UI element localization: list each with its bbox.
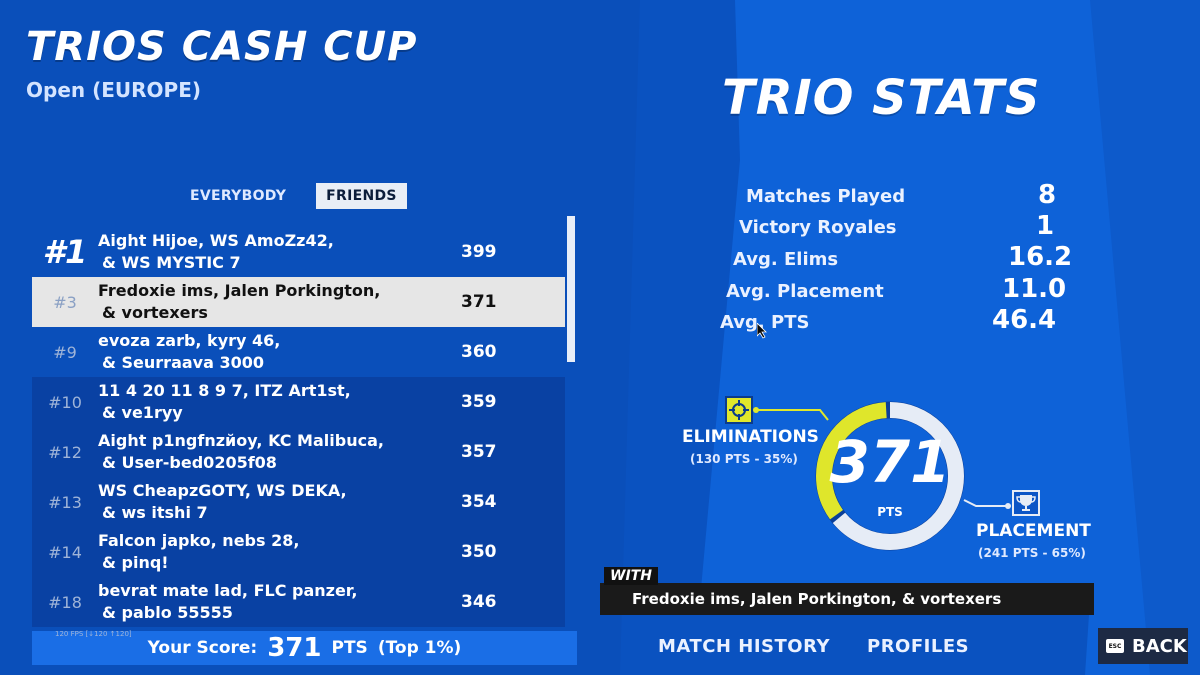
table-row[interactable]: #12 Aight p1ngfnzйoy, KC Malibuca, & Use…	[32, 427, 565, 477]
table-row[interactable]: #14 Falcon japko, nebs 28, & pinq! 350	[32, 527, 565, 577]
row-score: 359	[461, 392, 497, 412]
leaderboard: #1 Aight Hijoe, WS AmoZz42, & WS MYSTIC …	[32, 227, 565, 629]
row-rank: #10	[48, 392, 82, 412]
back-label: BACK	[1132, 635, 1187, 657]
tab-everybody[interactable]: EVERYBODY	[180, 183, 296, 209]
row-score: 371	[461, 292, 497, 312]
row-score: 399	[461, 242, 497, 262]
row-rank: #9	[53, 342, 77, 362]
placement-detail: (241 PTS - 65%)	[978, 546, 1086, 560]
row-names: 11 4 20 11 8 9 7, ITZ Art1st, & ve1ryy	[98, 380, 455, 424]
eliminations-label: ELIMINATIONS	[682, 427, 819, 447]
row-names-line2: & vortexers	[102, 303, 208, 322]
placement-label: PLACEMENT	[976, 521, 1091, 541]
match-history-button[interactable]: MATCH HISTORY	[658, 636, 830, 657]
row-score: 360	[461, 342, 497, 362]
table-row[interactable]: #13 WS CheapzGOTY, WS DEKA, & ws itshi 7…	[32, 477, 565, 527]
row-rank: #1	[42, 233, 88, 271]
table-row[interactable]: #10 11 4 20 11 8 9 7, ITZ Art1st, & ve1r…	[32, 377, 565, 427]
stat-value-matches: 8	[1038, 180, 1057, 210]
row-names-line2: & ve1ryy	[102, 403, 183, 422]
trio-stats-title: TRIO STATS	[722, 70, 1041, 126]
your-score-top: (Top 1%)	[377, 638, 462, 658]
your-score-unit: PTS	[331, 638, 368, 658]
row-rank: #12	[48, 442, 82, 462]
stat-value-pts: 46.4	[992, 305, 1057, 335]
page-subtitle: Open (EUROPE)	[26, 78, 201, 102]
tab-friends[interactable]: FRIENDS	[316, 183, 407, 209]
leaderboard-scrollbar[interactable]	[567, 216, 575, 362]
trophy-icon	[1012, 490, 1040, 516]
row-score: 350	[461, 542, 497, 562]
your-score-label: Your Score:	[147, 638, 258, 658]
teammates-names: Fredoxie ims, Jalen Porkington, & vortex…	[632, 590, 1002, 608]
row-names-line1: bevrat mate lad, FLC panzer,	[98, 581, 358, 600]
table-row[interactable]: #18 bevrat mate lad, FLC panzer, & pablo…	[32, 577, 565, 627]
donut-total: 371	[829, 428, 951, 496]
row-names-line2: & pablo 55555	[102, 603, 233, 622]
row-rank: #13	[48, 492, 82, 512]
row-names: Aight Hijoe, WS AmoZz42, & WS MYSTIC 7	[98, 230, 455, 274]
row-names: evoza zarb, kyry 46, & Seurraava 3000	[98, 330, 455, 374]
row-names-line1: Aight Hijoe, WS AmoZz42,	[98, 231, 334, 250]
row-names: Falcon japko, nebs 28, & pinq!	[98, 530, 455, 574]
with-tag: WITH	[604, 567, 658, 585]
row-names-line2: & User-bed0205f08	[102, 453, 277, 472]
row-rank: #18	[48, 592, 82, 612]
table-row[interactable]: #1 Aight Hijoe, WS AmoZz42, & WS MYSTIC …	[32, 227, 565, 277]
row-names-line1: Falcon japko, nebs 28,	[98, 531, 300, 550]
stat-value-victories: 1	[1036, 211, 1055, 241]
profiles-button[interactable]: PROFILES	[867, 636, 969, 657]
row-names-line1: WS CheapzGOTY, WS DEKA,	[98, 481, 347, 500]
row-names-line1: Aight p1ngfnzйoy, KC Malibuca,	[98, 431, 384, 450]
row-names-line2: & Seurraava 3000	[102, 353, 264, 372]
row-rank: #14	[48, 542, 82, 562]
row-names-line1: evoza zarb, kyry 46,	[98, 331, 281, 350]
stat-value-elims: 16.2	[1008, 242, 1073, 272]
your-score-value: 371	[267, 633, 322, 663]
leaderboard-tabs: EVERYBODY FRIENDS	[180, 183, 407, 209]
row-score: 346	[461, 592, 497, 612]
stat-label-elims: Avg. Elims	[733, 249, 839, 270]
crosshair-icon	[725, 396, 753, 424]
stat-value-placement: 11.0	[1002, 274, 1067, 304]
table-row[interactable]: #9 evoza zarb, kyry 46, & Seurraava 3000…	[32, 327, 565, 377]
donut-unit: PTS	[877, 505, 903, 519]
stat-label-placement: Avg. Placement	[726, 281, 884, 302]
row-score: 357	[461, 442, 497, 462]
row-names: bevrat mate lad, FLC panzer, & pablo 555…	[98, 580, 455, 624]
row-score: 354	[461, 492, 497, 512]
row-names: WS CheapzGOTY, WS DEKA, & ws itshi 7	[98, 480, 455, 524]
eliminations-detail: (130 PTS - 35%)	[690, 452, 798, 466]
fps-counter: 120 FPS [↓120 ↑120]	[55, 630, 132, 638]
row-names-line2: & pinq!	[102, 553, 169, 572]
page-title: TRIOS CASH CUP	[26, 24, 418, 70]
stat-label-victories: Victory Royales	[739, 217, 897, 238]
row-names: Fredoxie ims, Jalen Porkington, & vortex…	[98, 280, 455, 324]
row-names-line1: 11 4 20 11 8 9 7, ITZ Art1st,	[98, 381, 351, 400]
mouse-cursor-icon	[757, 323, 767, 339]
table-row-highlighted[interactable]: #3 Fredoxie ims, Jalen Porkington, & vor…	[32, 277, 565, 327]
row-names-line1: Fredoxie ims, Jalen Porkington,	[98, 281, 381, 300]
esc-key-icon: ESC	[1106, 639, 1124, 653]
row-rank: #3	[53, 292, 77, 312]
row-names-line2: & WS MYSTIC 7	[102, 253, 241, 272]
row-names-line2: & ws itshi 7	[102, 503, 208, 522]
back-button[interactable]: ESC BACK	[1098, 628, 1188, 664]
stat-label-matches: Matches Played	[746, 186, 906, 207]
teammates-bar: Fredoxie ims, Jalen Porkington, & vortex…	[600, 583, 1094, 615]
row-names: Aight p1ngfnzйoy, KC Malibuca, & User-be…	[98, 430, 455, 474]
